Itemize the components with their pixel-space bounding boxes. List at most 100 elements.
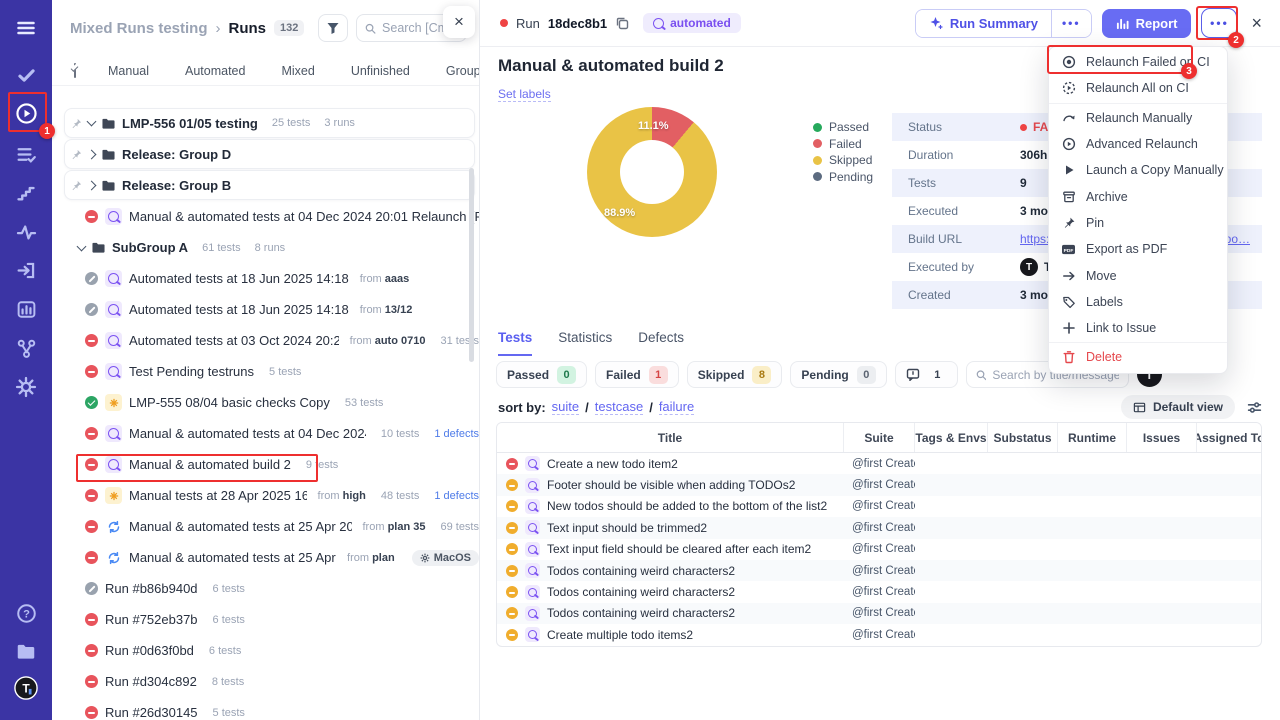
column-header[interactable]: Tags & Envs — [915, 423, 988, 452]
filter-chip-passed[interactable]: Passed0 — [496, 361, 587, 388]
menu-item-relaunch-all[interactable]: Relaunch All on CI — [1049, 75, 1227, 101]
filter-chip-comments[interactable]: 1 — [895, 361, 958, 388]
tab-tests[interactable]: Tests — [498, 330, 532, 356]
chevron-right-icon[interactable] — [87, 180, 97, 190]
table-row[interactable]: Text input should be trimmed2@first Crea… — [497, 517, 1261, 538]
run-row[interactable]: Automated tests at 18 Jun 2025 14:18from… — [52, 294, 479, 325]
column-header[interactable]: Suite — [844, 423, 915, 452]
table-row[interactable]: Footer should be visible when adding TOD… — [497, 474, 1261, 495]
run-row[interactable]: Automated tests at 18 Jun 2025 14:18from… — [52, 263, 479, 294]
table-row[interactable]: Todos containing weird characters2@first… — [497, 581, 1261, 602]
table-row[interactable]: Todos containing weird characters2@first… — [497, 603, 1261, 624]
table-row[interactable]: Create a new todo item2@first Create ... — [497, 453, 1261, 474]
table-row[interactable]: New todos should be added to the bottom … — [497, 496, 1261, 517]
run-row[interactable]: Manual & automated tests at 04 Dec 2024 … — [52, 201, 479, 232]
run-summary-more-button[interactable]: ••• — [1051, 10, 1091, 37]
table-row[interactable]: Text input field should be cleared after… — [497, 539, 1261, 560]
breadcrumb-project[interactable]: Mixed Runs testing — [70, 20, 208, 37]
menu-item-relaunch-failed[interactable]: Relaunch Failed on CI — [1049, 49, 1227, 75]
runs-count-badge: 132 — [274, 20, 304, 36]
help-icon[interactable]: ? — [14, 601, 38, 625]
run-group-row[interactable]: Release: Group B — [64, 170, 475, 200]
settings-gear-icon[interactable] — [14, 375, 38, 399]
run-group-row[interactable]: LMP-556 01/05 testing25 tests3 runs — [64, 108, 475, 138]
run-row[interactable]: LMP-555 08/04 basic checks Copy53 tests — [52, 387, 479, 418]
run-row[interactable]: Manual & automated tests at 04 Dec 2024 … — [52, 418, 479, 449]
column-header[interactable]: Assigned To — [1197, 423, 1261, 452]
runs-tab-groups[interactable]: Groups — [428, 60, 480, 82]
column-header[interactable]: Runtime — [1058, 423, 1127, 452]
pulse-icon[interactable] — [14, 220, 38, 244]
test-list-icon[interactable] — [14, 142, 38, 166]
copy-icon[interactable] — [615, 16, 629, 30]
default-view-button[interactable]: Default view — [1121, 395, 1235, 419]
column-header[interactable]: Title — [497, 423, 844, 452]
run-row[interactable]: Run #0d63f0bd6 tests — [52, 635, 479, 666]
tab-defects[interactable]: Defects — [638, 330, 684, 356]
menu-item-export-pdf[interactable]: PDFExport as PDF — [1049, 236, 1227, 262]
build-url-tail[interactable]: po… — [1225, 232, 1250, 246]
run-row[interactable]: Run #d304c8928 tests — [52, 666, 479, 697]
table-row[interactable]: Create multiple todo items2@first Create… — [497, 624, 1261, 645]
run-status-failed-icon — [85, 520, 98, 533]
close-detail-icon[interactable]: × — [1247, 13, 1266, 34]
chevron-down-icon[interactable] — [77, 241, 87, 251]
report-button[interactable]: Report — [1102, 9, 1192, 38]
run-group-row[interactable]: Release: Group D — [64, 139, 475, 169]
run-row[interactable]: Run #752eb37b6 tests — [52, 604, 479, 635]
chevron-down-icon[interactable] — [87, 117, 97, 127]
run-defects-link[interactable]: 1 defects — [434, 490, 479, 502]
run-row[interactable]: Run #b86b940d6 tests — [52, 573, 479, 604]
run-row[interactable]: Manual & automated build 29 tests — [52, 449, 479, 480]
close-runs-panel-button[interactable]: × — [443, 6, 475, 38]
column-header[interactable]: Issues — [1127, 423, 1197, 452]
run-row[interactable]: Manual tests at 28 Apr 2025 16:50from hi… — [52, 480, 479, 511]
column-settings-icon[interactable] — [1247, 400, 1262, 415]
runs-tab-automated[interactable]: Automated — [167, 60, 263, 82]
runs-scrollbar[interactable] — [469, 168, 474, 362]
menu-item-labels[interactable]: Labels — [1049, 289, 1227, 315]
branch-icon[interactable] — [14, 336, 38, 360]
column-header[interactable]: Substatus — [988, 423, 1058, 452]
menu-item-relaunch-manually[interactable]: Relaunch Manually — [1049, 105, 1227, 131]
run-row[interactable]: Run #26d301455 tests — [52, 697, 479, 720]
analytics-icon[interactable] — [14, 297, 38, 321]
projects-folder-icon[interactable] — [14, 639, 38, 663]
steps-icon[interactable] — [14, 181, 38, 205]
breadcrumb-section[interactable]: Runs — [229, 20, 267, 37]
tab-statistics[interactable]: Statistics — [558, 330, 612, 356]
import-icon[interactable] — [14, 258, 38, 282]
menu-item-link-issue[interactable]: Link to Issue — [1049, 315, 1227, 341]
run-row[interactable]: Manual & automated tests at 25 Apr 2025 … — [52, 542, 479, 573]
runs-play-icon[interactable] — [14, 101, 38, 125]
runs-tab-manual[interactable]: Manual — [90, 60, 167, 82]
menu-item-move[interactable]: Move — [1049, 262, 1227, 288]
filter-chip-pending[interactable]: Pending0 — [790, 361, 886, 388]
menu-item-delete[interactable]: Delete — [1049, 344, 1227, 370]
menu-item-advanced-relaunch[interactable]: Advanced Relaunch — [1049, 131, 1227, 157]
filter-chip-failed[interactable]: Failed1 — [595, 361, 679, 388]
filter-chip-skipped[interactable]: Skipped8 — [687, 361, 783, 388]
menu-item-archive[interactable]: Archive — [1049, 183, 1227, 209]
menu-item-pin[interactable]: Pin — [1049, 210, 1227, 236]
table-row[interactable]: Todos containing weird characters2@first… — [497, 560, 1261, 581]
check-icon[interactable] — [14, 63, 38, 87]
run-defects-link[interactable]: 1 defects — [434, 428, 479, 440]
sort-link-failure[interactable]: failure — [659, 399, 694, 415]
runs-tab-mixed[interactable]: Mixed — [263, 60, 332, 82]
chevron-right-icon[interactable] — [87, 149, 97, 159]
workspace-logo[interactable]: T — [14, 676, 38, 700]
run-summary-button[interactable]: Run Summary — [916, 10, 1051, 37]
sort-link-testcase[interactable]: testcase — [595, 399, 643, 415]
run-row[interactable]: Test Pending testruns5 tests — [52, 356, 479, 387]
run-row[interactable]: Automated tests at 03 Oct 2024 20:25from… — [52, 325, 479, 356]
run-row[interactable]: Manual & automated tests at 25 Apr 2025 … — [52, 511, 479, 542]
run-group-row[interactable]: SubGroup A61 tests8 runs — [52, 232, 479, 263]
set-labels-link[interactable]: Set labels — [498, 87, 551, 102]
menu-icon[interactable] — [14, 16, 38, 40]
filter-button[interactable] — [318, 14, 348, 42]
select-all-icon[interactable] — [74, 63, 76, 78]
sort-link-suite[interactable]: suite — [552, 399, 579, 415]
menu-item-launch-copy[interactable]: Launch a Copy Manually — [1049, 157, 1227, 183]
runs-tab-unfinished[interactable]: Unfinished — [333, 60, 428, 82]
